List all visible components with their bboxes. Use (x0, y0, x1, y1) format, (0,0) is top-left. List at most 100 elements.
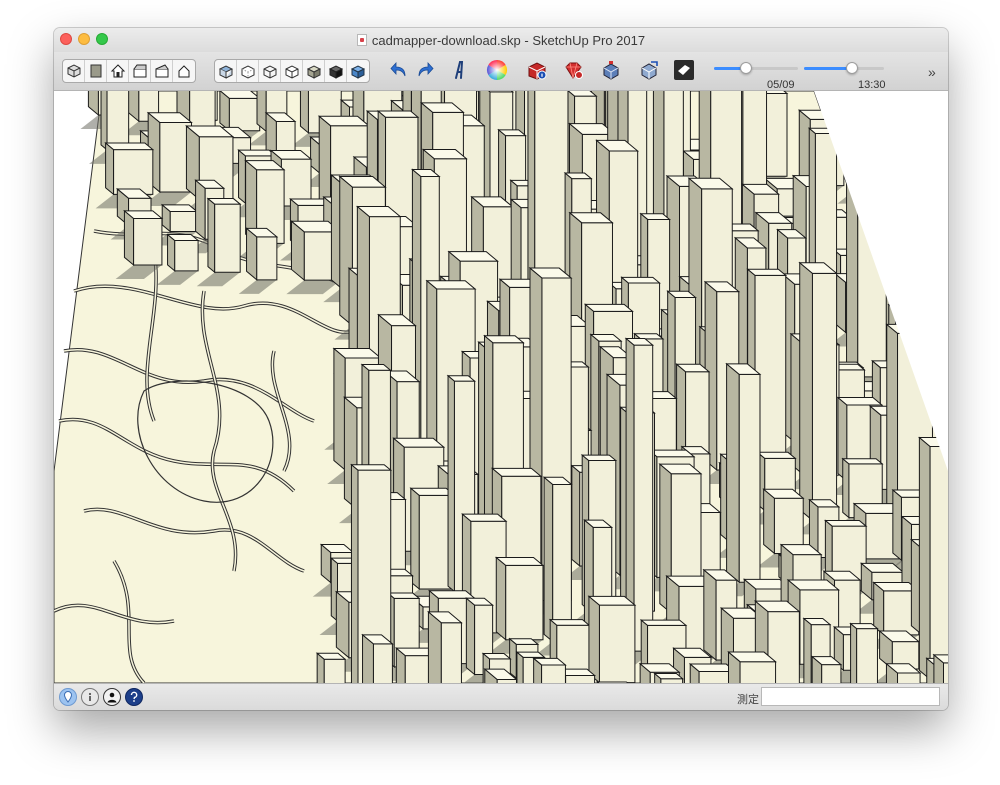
extension-warehouse-button[interactable] (560, 57, 586, 83)
right-view-button[interactable] (129, 60, 151, 82)
building-roof (376, 110, 420, 118)
building-side (333, 347, 346, 472)
left-view-icon (178, 65, 190, 78)
help-icon (130, 691, 138, 702)
building-front (821, 664, 842, 683)
building-side (803, 617, 812, 683)
instructor-button[interactable] (125, 688, 143, 706)
status-bar: 測定 (54, 683, 948, 710)
3d-warehouse-button[interactable] (524, 57, 550, 83)
3d-warehouse-icon (528, 62, 547, 80)
building-side (207, 197, 216, 274)
minimize-window-button[interactable] (78, 33, 90, 45)
ruby-gem-icon (565, 62, 583, 79)
building-front (633, 344, 654, 652)
building-front (323, 658, 346, 683)
styles-toolbar-group (214, 59, 370, 83)
building-front (440, 622, 462, 683)
building-front (228, 97, 261, 132)
building-front (598, 604, 636, 683)
back-edges-style-button[interactable] (237, 60, 259, 82)
building-front (811, 272, 838, 521)
text-tool-button[interactable] (446, 57, 472, 83)
building-side (495, 556, 507, 641)
building-roof (746, 268, 788, 276)
building-side (588, 595, 600, 683)
building-front (133, 218, 163, 266)
hidden-line-style-button[interactable] (281, 60, 303, 82)
undo-button[interactable] (387, 57, 413, 83)
building-side (892, 488, 902, 562)
building-side (427, 610, 442, 683)
zoom-window-button[interactable] (96, 33, 108, 45)
building-front (113, 149, 154, 195)
xray-style-button[interactable] (215, 60, 237, 82)
account-button[interactable] (103, 688, 121, 706)
building-side (100, 91, 108, 151)
text-tool-icon (455, 61, 464, 79)
front-view-icon (110, 64, 125, 78)
left-view-button[interactable] (173, 60, 195, 82)
toolbar: 05/09 13:30 » (54, 52, 948, 91)
monochrome-style-button[interactable] (347, 60, 369, 82)
building-roof (647, 449, 696, 458)
shadow-date-label: 05/09 (767, 79, 795, 91)
credits-button[interactable] (81, 688, 99, 706)
title-bar[interactable]: cadmapper-download.skp - SketchUp Pro 20… (54, 28, 948, 52)
building-front (856, 628, 878, 683)
toolbar-overflow-chevron-icon[interactable]: » (928, 64, 936, 80)
redo-icon (418, 61, 434, 77)
building-side (726, 362, 740, 584)
measurements-input[interactable] (761, 687, 940, 706)
building-roof (386, 592, 421, 599)
extension-manager-icon (603, 61, 619, 80)
building-front (214, 203, 241, 273)
shaded-texture-style-button[interactable] (325, 60, 347, 82)
extension-manager-button[interactable] (598, 57, 624, 83)
geo-location-button[interactable] (59, 688, 77, 706)
building-side (543, 476, 554, 643)
building-side (350, 463, 359, 683)
shadow-date-knob[interactable] (739, 62, 752, 74)
city-model-canvas[interactable] (54, 91, 948, 683)
building-roof (461, 513, 508, 522)
user-icon (107, 692, 117, 703)
building-side (238, 149, 246, 205)
building-roof (756, 451, 797, 459)
building-front (552, 483, 572, 643)
building-roof (639, 619, 688, 626)
layout-button[interactable] (671, 57, 697, 83)
shadow-time-label: 13:30 (858, 79, 886, 91)
shadow-time-knob[interactable] (846, 62, 858, 74)
building-roof (580, 454, 618, 462)
shaded-style-button[interactable] (303, 60, 325, 82)
building-side (478, 341, 486, 523)
building-front (541, 664, 566, 683)
wireframe-style-button[interactable] (259, 60, 281, 82)
close-window-button[interactable] (60, 33, 72, 45)
back-view-button[interactable] (151, 60, 173, 82)
iso-view-icon (67, 64, 80, 78)
building-roof (350, 464, 393, 471)
building-side (447, 374, 455, 593)
building-front (169, 211, 198, 233)
building-side (256, 91, 267, 133)
paint-bucket-button[interactable] (484, 57, 510, 83)
shaded-texture-style-icon (328, 65, 343, 79)
right-view-icon (133, 64, 146, 78)
model-viewport[interactable] (54, 91, 948, 683)
building-side (465, 597, 476, 676)
hidden-line-style-icon (285, 65, 298, 79)
iso-view-button[interactable] (63, 60, 85, 82)
measurements-label: 測定 (737, 694, 759, 706)
front-view-button[interactable] (107, 60, 129, 82)
building-side (842, 457, 850, 519)
share-model-button[interactable] (636, 57, 662, 83)
color-wheel-icon (487, 60, 507, 80)
building-roof (583, 303, 634, 312)
building-front (565, 674, 596, 683)
wireframe-style-icon (263, 65, 276, 79)
top-view-button[interactable] (85, 60, 107, 82)
building-side (335, 590, 350, 659)
redo-button[interactable] (411, 57, 437, 83)
